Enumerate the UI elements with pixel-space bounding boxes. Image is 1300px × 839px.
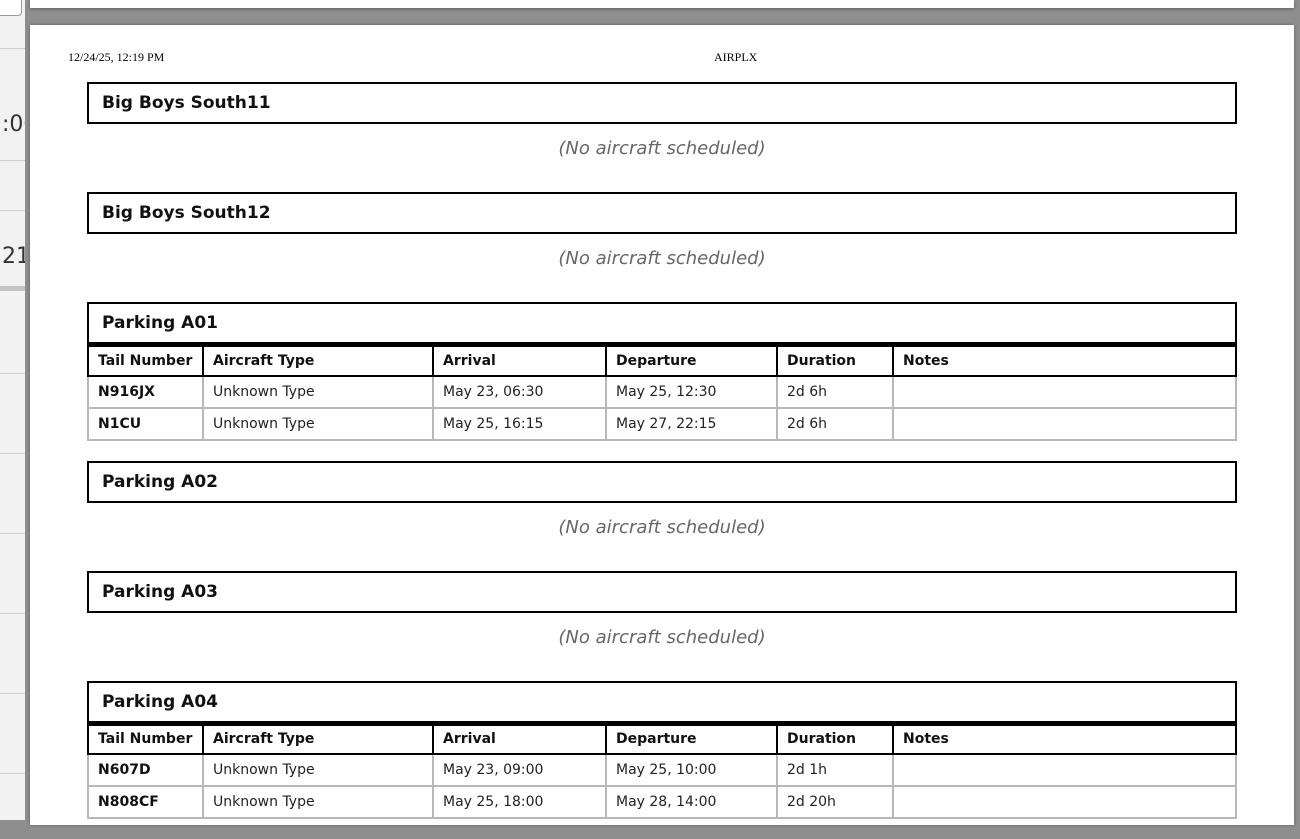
cell-notes (892, 753, 1237, 787)
cell-type: Unknown Type (202, 406, 434, 441)
cell-notes (892, 406, 1237, 441)
background-row (0, 291, 25, 374)
cell-type: Unknown Type (202, 785, 434, 819)
column-header: Arrival (432, 344, 607, 377)
table-row: N808CF Unknown Type May 25, 18:00 May 28, 1… (87, 785, 1237, 819)
column-header: Arrival (432, 722, 607, 755)
section-title: Parking A01 (87, 302, 1237, 344)
column-header: Aircraft Type (202, 344, 434, 377)
empty-schedule-message: (No aircraft scheduled) (558, 138, 766, 159)
background-text-fragment: 21 (2, 244, 25, 269)
section-title: Parking A04 (87, 680, 1237, 723)
cell-tail: N808CF (87, 785, 204, 819)
schedule-table: Tail Number Aircraft Type Arrival Departure… (87, 722, 1237, 819)
background-row (0, 453, 25, 534)
background-row (0, 693, 25, 774)
cell-departure: May 27, 22:15 (605, 406, 778, 441)
column-header: Tail Number (87, 722, 204, 755)
schedule-table: Tail Number Aircraft Type Arrival Departure… (87, 344, 1237, 441)
empty-schedule-message: (No aircraft scheduled) (558, 516, 766, 538)
cell-tail: N1CU (87, 406, 204, 441)
background-row (0, 373, 25, 454)
print-title: AIRPLX (714, 50, 758, 64)
empty-schedule-message: (No aircraft scheduled) (558, 626, 766, 648)
cell-type: Unknown Type (202, 753, 434, 787)
section-title: Big Boys South11 (87, 82, 1237, 124)
cell-departure: May 25, 12:30 (605, 374, 778, 409)
section-title: Big Boys South12 (87, 192, 1237, 234)
previous-page (30, 0, 1294, 8)
cell-arrival: May 25, 16:15 (432, 406, 607, 441)
background-row (0, 613, 25, 694)
table-header-row: Tail Number Aircraft Type Arrival Departure… (87, 722, 1237, 755)
column-header: Notes (892, 722, 1237, 755)
table-row: N916JX Unknown Type May 23, 06:30 May 25, 1… (87, 374, 1237, 409)
cell-duration: 2d 20h (776, 785, 894, 819)
column-header: Departure (605, 722, 778, 755)
background-row (0, 0, 25, 49)
background-row (0, 160, 25, 211)
background-row (0, 48, 25, 161)
column-header: Duration (776, 344, 894, 377)
table-row: N1CU Unknown Type May 25, 16:15 May 27, 22:… (87, 406, 1237, 441)
cell-departure: May 25, 10:00 (605, 753, 778, 787)
print-timestamp: 12/24/25, 12:19 PM (68, 50, 165, 64)
cell-notes (892, 374, 1237, 409)
column-header: Tail Number (87, 344, 204, 377)
section-title: Parking A03 (87, 570, 1237, 613)
background-row (0, 533, 25, 614)
cell-duration: 2d 1h (776, 753, 894, 787)
column-header: Notes (892, 344, 1237, 377)
background-text-fragment: :00 (2, 112, 25, 137)
cell-duration: 2d 6h (776, 374, 894, 409)
column-header: Aircraft Type (202, 722, 434, 755)
table-row: N607D Unknown Type May 23, 09:00 May 25, 10… (87, 753, 1237, 787)
parking-schedule: Big Boys South11 (No aircraft scheduled) B… (87, 82, 1237, 839)
cell-duration: 2d 6h (776, 406, 894, 441)
column-header: Departure (605, 344, 778, 377)
section-title: Parking A02 (87, 460, 1237, 503)
column-header: Duration (776, 722, 894, 755)
print-page: 12/24/25, 12:19 PM AIRPLX Big Boys South… (30, 25, 1294, 825)
cell-type: Unknown Type (202, 374, 434, 409)
table-header-row: Tail Number Aircraft Type Arrival Departure… (87, 344, 1237, 377)
background-app-strip: :00 21 (0, 0, 25, 820)
cell-arrival: May 23, 09:00 (432, 753, 607, 787)
print-header: 12/24/25, 12:19 PM AIRPLX (68, 50, 1256, 66)
cell-departure: May 28, 14:00 (605, 785, 778, 819)
empty-schedule-message: (No aircraft scheduled) (558, 248, 766, 269)
cell-notes (892, 785, 1237, 819)
cell-arrival: May 25, 18:00 (432, 785, 607, 819)
cell-tail: N607D (87, 753, 204, 787)
cell-arrival: May 23, 06:30 (432, 374, 607, 409)
cell-tail: N916JX (87, 374, 204, 409)
